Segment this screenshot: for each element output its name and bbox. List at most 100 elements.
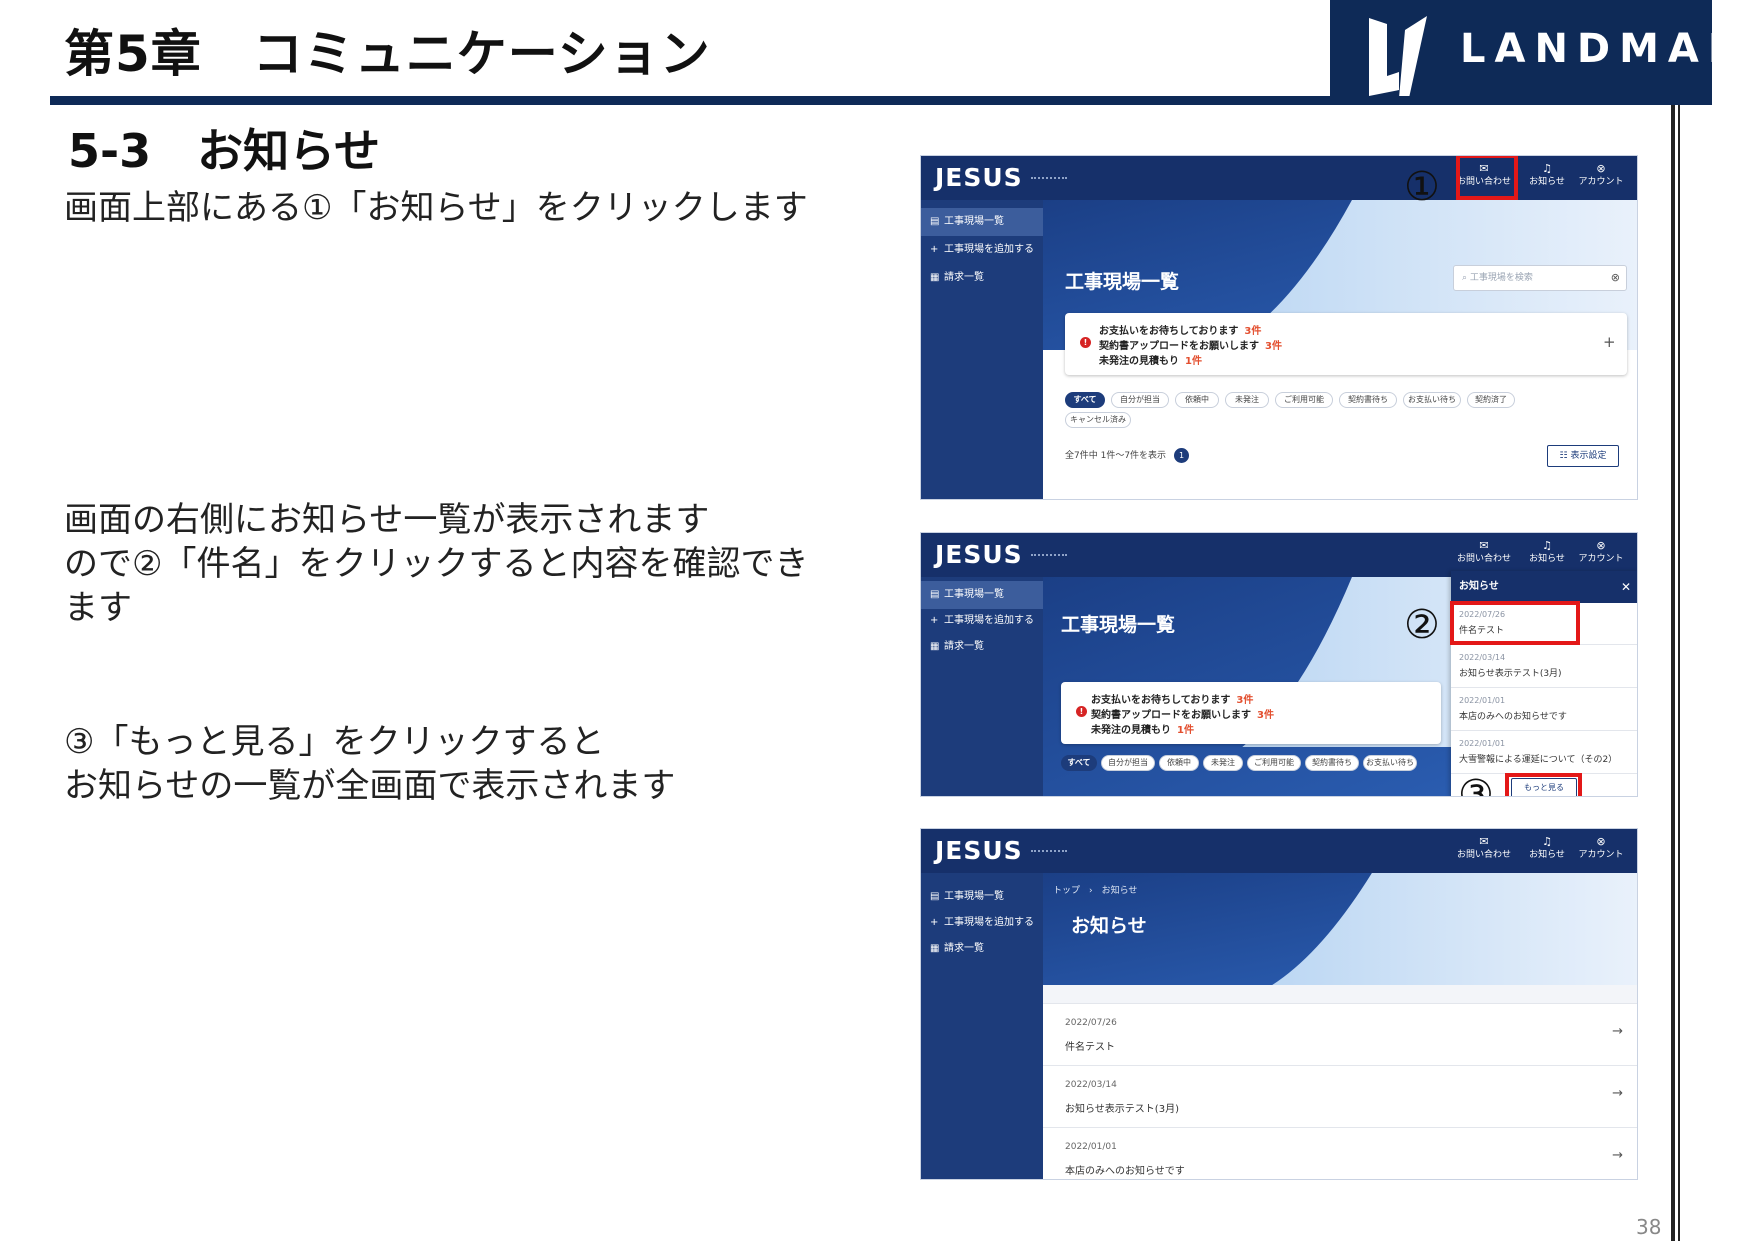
nav-account-label: アカウント: [1578, 177, 1624, 187]
sidebar-item-label: 請求一覧: [944, 641, 984, 652]
nav-account-label: アカウント: [1578, 554, 1624, 564]
nav-notice-button[interactable]: ♫ お知らせ: [1519, 162, 1575, 189]
page-title: 工事現場一覧: [1061, 614, 1176, 636]
sidebar-item-add-site[interactable]: + 工事現場を追加する: [921, 909, 1043, 937]
sidebar-item-add-site[interactable]: + 工事現場を追加する: [921, 607, 1043, 635]
notice-title: 本店のみへのお知らせです: [1065, 1166, 1185, 1177]
bell-icon: ♫: [1542, 162, 1552, 175]
site-search-input[interactable]: ⌕ 工事現場を検索 ⊗: [1453, 265, 1627, 291]
clear-icon[interactable]: ⊗: [1611, 266, 1620, 290]
notice-row[interactable]: 2022/01/01 本店のみへのお知らせです →: [1043, 1127, 1637, 1179]
bell-icon: ♫: [1542, 539, 1552, 552]
alert-box: ! お支払いをお待ちしております 3件 契約書アップロードをお願いします 3件 未発…: [1065, 313, 1627, 375]
nav-account-button[interactable]: ⊗ アカウント: [1573, 539, 1629, 566]
filter-chip[interactable]: 未発注: [1203, 755, 1243, 771]
filter-chip[interactable]: 契約書待ち: [1305, 755, 1359, 771]
filter-chip[interactable]: 契約済了: [1467, 392, 1515, 408]
notice-title: お知らせ表示テスト(3月): [1065, 1104, 1179, 1115]
alert-estimate[interactable]: 未発注の見積もり 1件: [1099, 352, 1202, 367]
filter-chip[interactable]: お支払い待ち: [1403, 392, 1461, 408]
nav-contact-button[interactable]: ✉ お問い合わせ: [1456, 835, 1512, 862]
notice-row[interactable]: 2022/03/14 お知らせ表示テスト(3月) →: [1043, 1065, 1637, 1127]
notice-panel-header: お知らせ ✕: [1451, 571, 1637, 603]
app-header: JESUS ✉ お問い合わせ ♫ お知らせ ⊗ アカウント: [921, 829, 1637, 873]
arrow-right-icon: →: [1612, 1148, 1623, 1163]
highlight-notice-title: [1450, 601, 1580, 645]
alert-contract[interactable]: 契約書アップロードをお願いします 3件: [1099, 337, 1282, 352]
filter-chip[interactable]: ご利用可能: [1247, 755, 1301, 771]
sidebar-item-site-list[interactable]: ▤ 工事現場一覧: [921, 883, 1043, 911]
sidebar-item-label: 請求一覧: [944, 943, 984, 954]
filter-chip[interactable]: ご利用可能: [1275, 392, 1333, 408]
header-rule: [50, 96, 1705, 105]
arrow-right-icon: →: [1612, 1086, 1623, 1101]
filter-chip-all[interactable]: すべて: [1065, 392, 1105, 408]
sidebar-item-add-site[interactable]: + 工事現場を追加する: [921, 236, 1043, 264]
sidebar-item-site-list[interactable]: ▤ 工事現場一覧: [921, 208, 1043, 236]
account-icon: ⊗: [1596, 539, 1606, 552]
logo-subtext: [1031, 850, 1067, 853]
nav-notice-button[interactable]: ♫ お知らせ: [1519, 539, 1575, 566]
logo-subtext: [1031, 554, 1067, 557]
filter-chip-all[interactable]: すべて: [1061, 755, 1097, 771]
notice-title[interactable]: 大雪警報による運延について（その2）: [1459, 752, 1637, 765]
result-count: 全7件中 1件〜7件を表示 1: [1065, 448, 1190, 463]
alert-estimate[interactable]: 未発注の見積もり 1件: [1091, 721, 1194, 736]
sidebar-item-invoices[interactable]: ▦ 請求一覧: [921, 935, 1043, 963]
list-icon: ▤: [930, 589, 940, 600]
screenshot-site-list: JESUS ✉ お問い合わせ ♫ お知らせ ⊗ アカウント ▤ 工事現場一覧 + 工…: [920, 155, 1638, 500]
nav-account-button[interactable]: ⊗ アカウント: [1573, 162, 1629, 189]
mail-icon: ✉: [1479, 539, 1489, 552]
alert-box: ! お支払いをお待ちしております 3件 契約書アップロードをお願いします 3件 未発…: [1061, 682, 1441, 744]
nav-account-button[interactable]: ⊗ アカウント: [1573, 835, 1629, 862]
right-rule: [1671, 105, 1675, 1241]
page-title: お知らせ: [1071, 915, 1147, 937]
screenshot-notice-list: JESUS ✉ お問い合わせ ♫ お知らせ ⊗ アカウント ▤ 工事現場一覧 + 工…: [920, 828, 1638, 1180]
notice-item[interactable]: 2022/01/01 本店のみへのお知らせです: [1451, 689, 1637, 731]
nav-notice-button[interactable]: ♫ お知らせ: [1519, 835, 1575, 862]
notice-date: 2022/07/26: [1065, 1018, 1117, 1028]
filter-chip[interactable]: 自分が担当: [1111, 392, 1169, 408]
list-icon: ▤: [930, 216, 940, 227]
sidebar-item-invoices[interactable]: ▦ 請求一覧: [921, 633, 1043, 661]
instruction-step-2: 画面の右側にお知らせ一覧が表示されます ので②「件名」をクリックすると内容を確認…: [64, 500, 809, 628]
arrow-right-icon: →: [1612, 1024, 1623, 1039]
marker-2: ②: [1404, 602, 1440, 648]
main-content: 工事現場一覧 ⌕ 工事現場を検索 ⊗ ! お支払いをお待ちしております 3件 契約書…: [1043, 200, 1637, 499]
sidebar-item-label: 工事現場を追加する: [944, 244, 1034, 255]
notice-title[interactable]: お知らせ表示テスト(3月): [1459, 666, 1637, 679]
nav-contact-label: お問い合わせ: [1456, 554, 1511, 564]
notice-title[interactable]: 本店のみへのお知らせです: [1459, 709, 1637, 722]
page-number: 38: [1636, 1215, 1662, 1239]
filter-chip[interactable]: キャンセル済み: [1065, 412, 1131, 428]
filter-chip[interactable]: 自分が担当: [1101, 755, 1155, 771]
nav-contact-button[interactable]: ✉ お問い合わせ: [1456, 539, 1512, 566]
alert-contract[interactable]: 契約書アップロードをお願いします 3件: [1091, 706, 1274, 721]
notice-date: 2022/03/14: [1459, 653, 1506, 662]
filter-chip[interactable]: 依頼中: [1175, 392, 1219, 408]
notice-item[interactable]: 2022/01/01 大雪警報による運延について（その2）: [1451, 732, 1637, 774]
account-icon: ⊗: [1596, 835, 1606, 848]
notice-item[interactable]: 2022/03/14 お知らせ表示テスト(3月): [1451, 646, 1637, 688]
filter-chip[interactable]: 依頼中: [1159, 755, 1199, 771]
display-settings-button[interactable]: ☷ 表示設定: [1547, 445, 1619, 467]
alert-icon: !: [1076, 706, 1087, 717]
breadcrumb[interactable]: トップ › お知らせ: [1053, 883, 1137, 896]
nav-account-label: アカウント: [1578, 850, 1624, 860]
sidebar-item-invoices[interactable]: ▦ 請求一覧: [921, 264, 1043, 292]
sidebar-item-label: 工事現場一覧: [944, 891, 1004, 902]
search-placeholder: 工事現場を検索: [1469, 273, 1533, 283]
sidebar-item-site-list[interactable]: ▤ 工事現場一覧: [921, 581, 1043, 609]
alert-payment[interactable]: お支払いをお待ちしております 3件: [1099, 322, 1261, 337]
alert-payment[interactable]: お支払いをお待ちしております 3件: [1091, 691, 1253, 706]
expand-icon[interactable]: +: [1603, 333, 1616, 351]
logo-subtext: [1031, 177, 1067, 180]
filter-chip[interactable]: 契約書待ち: [1339, 392, 1397, 408]
notice-date: 2022/01/01: [1459, 739, 1506, 748]
close-icon[interactable]: ✕: [1621, 571, 1631, 603]
filter-chip[interactable]: お支払い待ち: [1363, 755, 1417, 771]
invoice-icon: ▦: [930, 641, 940, 652]
sidebar-item-label: 工事現場を追加する: [944, 615, 1034, 626]
filter-chip[interactable]: 未発注: [1225, 392, 1269, 408]
notice-row[interactable]: 2022/07/26 件名テスト →: [1043, 1003, 1637, 1065]
